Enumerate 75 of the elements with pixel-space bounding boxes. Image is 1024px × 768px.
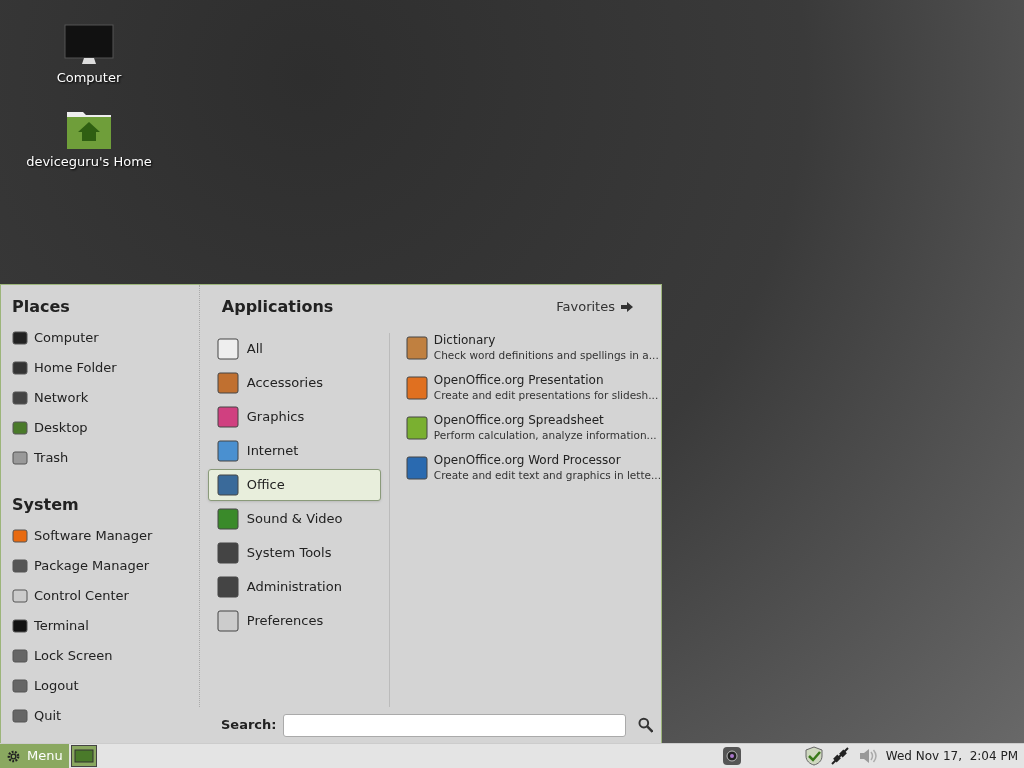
category-item[interactable]: All	[207, 333, 381, 365]
shield-check-icon[interactable]	[803, 746, 824, 766]
app-name: OpenOffice.org Presentation	[433, 373, 605, 388]
category-item[interactable]: Administration	[207, 571, 381, 603]
app-icon	[12, 330, 28, 346]
favorites-button[interactable]: Favorites	[556, 297, 633, 317]
category-item[interactable]: Graphics	[207, 401, 381, 433]
category-icon	[216, 610, 239, 632]
menu-item[interactable]: Control Center	[12, 581, 129, 611]
app-description: Perform calculation, analyze information...	[433, 428, 657, 443]
menu-item[interactable]: Quit	[12, 701, 62, 731]
show-desktop-icon[interactable]	[70, 745, 97, 767]
menu-item[interactable]: Home Folder	[12, 353, 117, 383]
app-description: Check word definitions and spellings in a...	[433, 348, 659, 363]
category-item[interactable]: Accessories	[207, 367, 381, 399]
menu-item[interactable]: Logout	[12, 671, 79, 701]
application-item[interactable]: Dictionary Check word definitions and spellings in a...	[405, 333, 661, 363]
category-item[interactable]: Internet	[207, 435, 381, 467]
category-item[interactable]: Preferences	[207, 605, 381, 637]
app-icon	[12, 528, 28, 544]
menu-item[interactable]: Trash	[12, 443, 69, 473]
menu-item[interactable]: Computer	[12, 323, 99, 353]
app-icon	[12, 618, 28, 634]
clock[interactable]: Wed Nov 17, 2:04 PM	[885, 747, 1018, 765]
category-icon	[216, 338, 239, 360]
menu-item[interactable]: Desktop	[12, 413, 88, 443]
category-item[interactable]: Sound & Video	[207, 503, 381, 535]
document-icon	[405, 456, 428, 480]
app-name: Dictionary	[433, 333, 497, 348]
app-icon	[12, 678, 28, 694]
category-icon	[216, 372, 239, 394]
menu-item[interactable]: Network	[12, 383, 89, 413]
document-icon	[405, 416, 428, 440]
application-item[interactable]: OpenOffice.org Presentation Create and edit presentations for slidesh...	[405, 373, 661, 403]
document-icon	[405, 336, 428, 360]
gear-icon	[6, 748, 21, 764]
application-item[interactable]: OpenOffice.org Spreadsheet Perform calculation, analyze information...	[405, 413, 661, 443]
desktop-icon-label[interactable]: deviceguru's Home	[26, 152, 152, 172]
category-icon	[216, 508, 239, 530]
category-item[interactable]: Office	[207, 469, 381, 501]
arrow-right-icon	[621, 302, 633, 312]
app-icon	[12, 558, 28, 574]
category-icon	[216, 406, 239, 428]
category-icon	[216, 542, 239, 564]
menu-item[interactable]: Package Manager	[12, 551, 149, 581]
search-field[interactable]	[282, 713, 626, 737]
app-icon	[12, 708, 28, 724]
document-icon	[405, 376, 428, 400]
camera-icon[interactable]	[721, 746, 742, 766]
menu-item[interactable]: Lock Screen	[12, 641, 113, 671]
search-label: Search:	[221, 716, 277, 735]
menu-item[interactable]: Software Manager	[12, 521, 153, 551]
category-icon	[216, 576, 239, 598]
monitor-icon[interactable]	[64, 24, 114, 66]
app-description: Create and edit presentations for slidesh...	[433, 388, 659, 403]
section-heading: Places	[12, 296, 71, 318]
app-icon	[12, 648, 28, 664]
app-description: Create and edit text and graphics in lette...	[433, 468, 661, 483]
app-icon	[12, 360, 28, 376]
menu-item[interactable]: Terminal	[12, 611, 89, 641]
app-name: OpenOffice.org Spreadsheet	[433, 413, 605, 428]
network-plug-icon[interactable]	[829, 746, 850, 766]
app-icon	[12, 390, 28, 406]
app-icon	[12, 450, 28, 466]
category-icon	[216, 474, 239, 496]
category-item[interactable]: System Tools	[207, 537, 381, 569]
app-icon	[12, 588, 28, 604]
section-heading: System	[12, 494, 80, 516]
desktop-icon-label[interactable]: Computer	[56, 68, 122, 88]
application-item[interactable]: OpenOffice.org Word Processor Create and edit text and graphics in lette...	[405, 453, 661, 483]
category-icon	[216, 440, 239, 462]
app-icon	[12, 420, 28, 436]
app-name: OpenOffice.org Word Processor	[433, 453, 622, 468]
search-icon[interactable]	[637, 717, 653, 733]
section-heading: Applications	[221, 296, 334, 318]
